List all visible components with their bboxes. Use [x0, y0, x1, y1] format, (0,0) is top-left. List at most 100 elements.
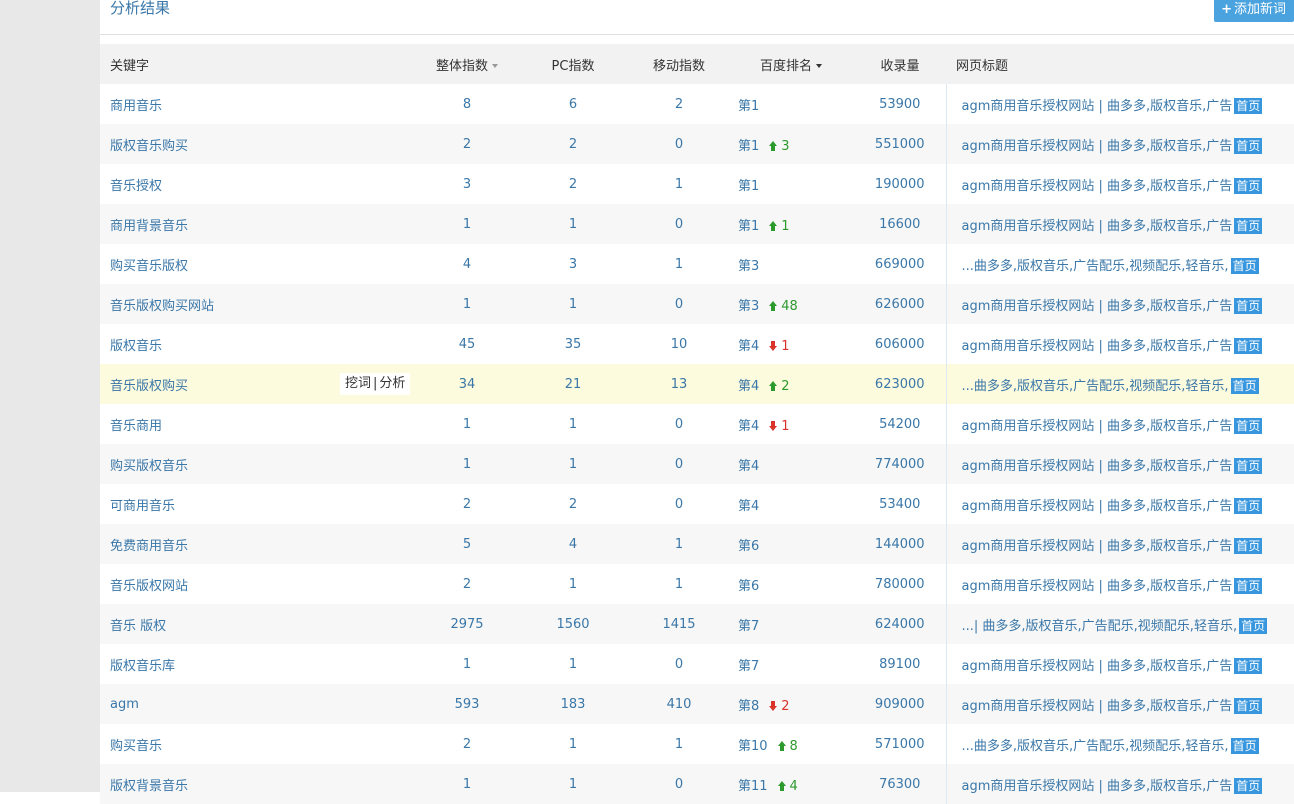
arrow-up-icon: [769, 220, 778, 231]
cell-keyword: 版权音乐库: [100, 644, 418, 684]
keyword-link[interactable]: 商用背景音乐: [110, 219, 188, 234]
table-row[interactable]: 音乐版权网站 2 1 1 第6 780000 agm商用音乐授权网站 | 曲多多,…: [100, 564, 1294, 604]
page-title-link[interactable]: agm商用音乐授权网站 | 曲多多,版权音乐,广告: [962, 219, 1233, 234]
analyze-link[interactable]: 分析: [379, 376, 405, 391]
cell-keyword: 可商用音乐: [100, 484, 418, 524]
cell-baidu-rank: 第1 3: [738, 138, 790, 154]
keyword-link[interactable]: 音乐商用: [110, 419, 162, 434]
page-title-link[interactable]: agm商用音乐授权网站 | 曲多多,版权音乐,广告: [962, 499, 1233, 514]
col-header-pc-index[interactable]: PC指数: [516, 44, 630, 84]
table-row[interactable]: 商用背景音乐 1 1 0 第1 1 16600 agm商用音乐授权网站 | 曲多多,…: [100, 204, 1294, 244]
table-row[interactable]: 购买音乐 2 1 1 第10 8 571000 ...曲多多,版权音乐,广告配乐,视…: [100, 724, 1294, 764]
arrow-up-icon: [769, 300, 778, 311]
cell-pc-index: 1: [568, 656, 578, 672]
sort-desc-icon[interactable]: [492, 64, 498, 68]
cell-mobile-index: 2: [674, 96, 684, 112]
home-badge: 首页: [1234, 137, 1263, 154]
table-row[interactable]: 版权音乐购买 2 2 0 第1 3 551000 agm商用音乐授权网站 | 曲多多…: [100, 124, 1294, 164]
cell-page-title: ...曲多多,版权音乐,广告配乐,视频配乐,轻音乐, 首页: [945, 724, 1294, 764]
cell-total-index: 1: [462, 416, 472, 432]
page-title-link[interactable]: ...| 曲多多,版权音乐,广告配乐,视频配乐,轻音乐,: [962, 619, 1238, 634]
keyword-link[interactable]: 购买音乐: [110, 739, 162, 754]
cell-page-title: agm商用音乐授权网站 | 曲多多,版权音乐,广告 首页: [945, 284, 1294, 324]
table-row[interactable]: 音乐授权 3 2 1 第1 190000 agm商用音乐授权网站 | 曲多多,版权…: [100, 164, 1294, 204]
table-row[interactable]: 版权音乐 45 35 10 第4 1 606000 agm商用音乐授权网站 | 曲多…: [100, 324, 1294, 364]
table-row[interactable]: 版权背景音乐 1 1 0 第11 4 76300 agm商用音乐授权网站 | 曲多多…: [100, 764, 1294, 804]
keyword-link[interactable]: 版权音乐: [110, 339, 162, 354]
page-title-link[interactable]: ...曲多多,版权音乐,广告配乐,视频配乐,轻音乐,: [962, 259, 1229, 274]
table-row[interactable]: 音乐商用 1 1 0 第4 1 54200 agm商用音乐授权网站 | 曲多多,版权…: [100, 404, 1294, 444]
page-title-link[interactable]: agm商用音乐授权网站 | 曲多多,版权音乐,广告: [962, 579, 1233, 594]
keyword-link[interactable]: 免费商用音乐: [110, 539, 188, 554]
home-badge: 首页: [1234, 537, 1263, 554]
cell-keyword: 音乐授权: [100, 164, 418, 204]
page-title-link[interactable]: agm商用音乐授权网站 | 曲多多,版权音乐,广告: [962, 179, 1233, 194]
page-title-link[interactable]: agm商用音乐授权网站 | 曲多多,版权音乐,广告: [962, 99, 1233, 114]
keyword-link[interactable]: 版权音乐购买: [110, 139, 188, 154]
keyword-link[interactable]: 商用音乐: [110, 99, 162, 114]
dig-words-link[interactable]: 挖词: [345, 376, 371, 391]
keyword-link[interactable]: 可商用音乐: [110, 499, 175, 514]
keyword-link[interactable]: agm: [110, 697, 139, 712]
table-row[interactable]: agm 593 183 410 第8 2 909000 agm商用音乐授权网站 | …: [100, 684, 1294, 724]
col-header-baidu-rank[interactable]: 百度排名: [728, 44, 854, 84]
table-row[interactable]: 商用音乐 8 6 2 第1 53900 agm商用音乐授权网站 | 曲多多,版权音…: [100, 84, 1294, 124]
page-title-link[interactable]: agm商用音乐授权网站 | 曲多多,版权音乐,广告: [962, 659, 1233, 674]
cell-keyword: 版权背景音乐: [100, 764, 418, 804]
col-header-mobile-index[interactable]: 移动指数: [630, 44, 728, 84]
cell-keyword: 版权音乐购买: [100, 124, 418, 164]
keyword-link[interactable]: 音乐 版权: [110, 619, 166, 634]
cell-mobile-index: 0: [674, 216, 684, 232]
cell-total-index: 3: [462, 176, 472, 192]
table-row[interactable]: 购买音乐版权 4 3 1 第3 669000 ...曲多多,版权音乐,广告配乐,视…: [100, 244, 1294, 284]
table-row[interactable]: 免费商用音乐 5 4 1 第6 144000 agm商用音乐授权网站 | 曲多多,…: [100, 524, 1294, 564]
add-new-keyword-button[interactable]: + 添加新词: [1214, 0, 1294, 22]
cell-pc-index: 1: [568, 776, 578, 792]
sort-desc-icon[interactable]: [816, 64, 822, 68]
page-title-link[interactable]: agm商用音乐授权网站 | 曲多多,版权音乐,广告: [962, 699, 1233, 714]
cell-baidu-rank: 第1: [738, 178, 760, 194]
table-header-row: 关键字 整体指数 PC指数 移动指数 百度排名 收录量 网页标题: [100, 44, 1294, 84]
table-row[interactable]: 音乐版权购买网站 1 1 0 第3 48 626000 agm商用音乐授权网站 | …: [100, 284, 1294, 324]
col-header-indexed-count[interactable]: 收录量: [854, 44, 946, 84]
table-row[interactable]: 音乐版权购买 挖词 | 分析 34 21 13 第4 2 623000 ...曲多多,…: [100, 364, 1294, 404]
page-title-link[interactable]: agm商用音乐授权网站 | 曲多多,版权音乐,广告: [962, 419, 1233, 434]
panel-header: 分析结果 + 添加新词: [100, 0, 1294, 35]
cell-mobile-index: 0: [674, 656, 684, 672]
keyword-link[interactable]: 购买版权音乐: [110, 459, 188, 474]
page-title-link[interactable]: agm商用音乐授权网站 | 曲多多,版权音乐,广告: [962, 139, 1233, 154]
home-badge: 首页: [1234, 497, 1263, 514]
keyword-link[interactable]: 版权音乐库: [110, 659, 175, 674]
cell-total-index: 1: [462, 296, 472, 312]
cell-baidu-rank: 第4 1: [738, 338, 790, 354]
table-row[interactable]: 可商用音乐 2 2 0 第4 53400 agm商用音乐授权网站 | 曲多多,版权…: [100, 484, 1294, 524]
cell-baidu-rank: 第4: [738, 498, 760, 514]
page-title-link[interactable]: agm商用音乐授权网站 | 曲多多,版权音乐,广告: [962, 299, 1233, 314]
cell-mobile-index: 1: [674, 576, 684, 592]
keyword-link[interactable]: 购买音乐版权: [110, 259, 188, 274]
page-title-link[interactable]: agm商用音乐授权网站 | 曲多多,版权音乐,广告: [962, 339, 1233, 354]
table-row[interactable]: 购买版权音乐 1 1 0 第4 774000 agm商用音乐授权网站 | 曲多多,…: [100, 444, 1294, 484]
col-header-total-index[interactable]: 整体指数: [418, 44, 516, 84]
cell-keyword: 音乐版权购买网站: [100, 284, 418, 324]
cell-pc-index: 4: [568, 536, 578, 552]
keyword-link[interactable]: 音乐版权购买: [110, 379, 188, 394]
keyword-link[interactable]: 音乐授权: [110, 179, 162, 194]
page-title-link[interactable]: agm商用音乐授权网站 | 曲多多,版权音乐,广告: [962, 539, 1233, 554]
cell-indexed-count: 190000: [874, 176, 925, 192]
cell-total-index: 2975: [450, 616, 484, 632]
keyword-link[interactable]: 音乐版权购买网站: [110, 299, 214, 314]
rank-change: 1: [769, 219, 790, 234]
table-row[interactable]: 音乐 版权 2975 1560 1415 第7 624000 ...| 曲多多,版…: [100, 604, 1294, 644]
table-row[interactable]: 版权音乐库 1 1 0 第7 89100 agm商用音乐授权网站 | 曲多多,版权…: [100, 644, 1294, 684]
keyword-link[interactable]: 版权背景音乐: [110, 779, 188, 794]
cell-page-title: agm商用音乐授权网站 | 曲多多,版权音乐,广告 首页: [945, 764, 1294, 804]
keyword-link[interactable]: 音乐版权网站: [110, 579, 188, 594]
page-title-link[interactable]: agm商用音乐授权网站 | 曲多多,版权音乐,广告: [962, 779, 1233, 794]
page-title-link[interactable]: ...曲多多,版权音乐,广告配乐,视频配乐,轻音乐,: [962, 739, 1229, 754]
page-title-link[interactable]: agm商用音乐授权网站 | 曲多多,版权音乐,广告: [962, 459, 1233, 474]
page-title-link[interactable]: ...曲多多,版权音乐,广告配乐,视频配乐,轻音乐,: [962, 379, 1229, 394]
cell-mobile-index: 10: [670, 336, 688, 352]
cell-indexed-count: 623000: [874, 376, 925, 392]
left-sidebar-gutter: [0, 0, 100, 792]
